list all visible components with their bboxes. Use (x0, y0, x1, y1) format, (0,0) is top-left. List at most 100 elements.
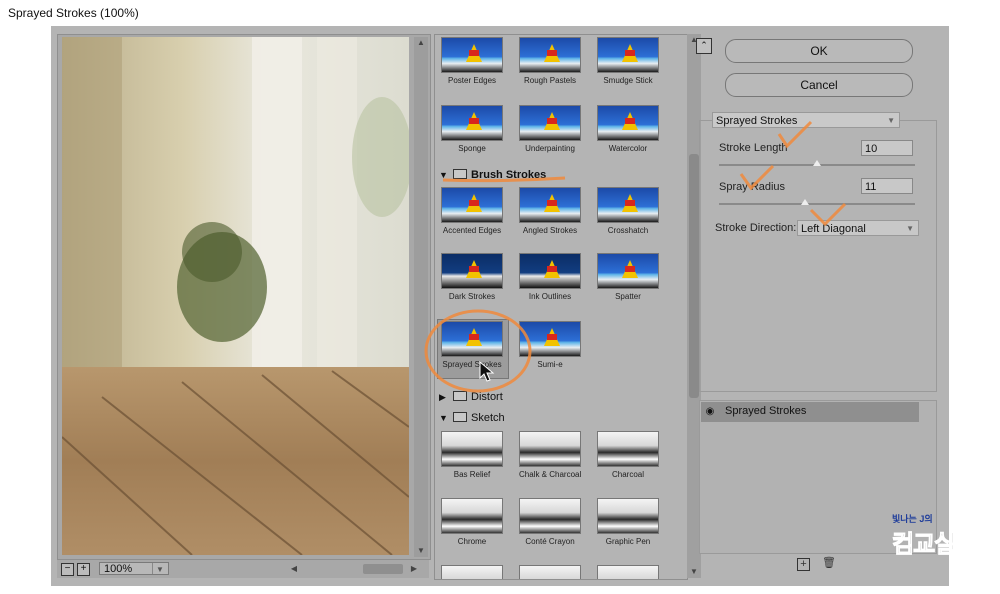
watermark-top-text: 빛나는 J의 (892, 514, 933, 524)
preview-vertical-scrollbar[interactable]: ▲ ▼ (414, 37, 428, 557)
filter-watercolor[interactable]: Watercolor (597, 105, 659, 153)
category-brush-strokes[interactable]: ▼ Brush Strokes (439, 167, 546, 183)
filter-chalk-charcoal[interactable]: Chalk & Charcoal (519, 431, 581, 479)
gallery-scroll-thumb[interactable] (689, 154, 699, 398)
filter-thumbnail (597, 187, 659, 223)
spray-radius-input[interactable]: 11 (861, 178, 913, 194)
filter-label: Smudge Stick (603, 76, 653, 85)
stroke-direction-value: Left Diagonal (801, 223, 866, 235)
category-label: Sketch (471, 412, 505, 424)
preview-horizontal-scroll-thumb[interactable] (363, 564, 403, 574)
stroke-direction-label: Stroke Direction: (715, 222, 797, 234)
filter-sponge[interactable]: Sponge (441, 105, 503, 153)
zoom-level-value: 100% (104, 563, 133, 575)
filter-label: Ink Outlines (528, 292, 572, 301)
zoom-level-select[interactable]: 100% ▼ (99, 562, 169, 575)
filter-underpainting[interactable]: Underpainting (519, 105, 581, 153)
filter-thumbnail (519, 253, 581, 289)
filter-thumbnail (441, 187, 503, 223)
filter-ink-outlines[interactable]: Ink Outlines (519, 253, 581, 301)
filter-thumbnail (519, 565, 581, 579)
zoom-in-button[interactable]: + (77, 563, 90, 576)
category-sketch[interactable]: ▼ Sketch (439, 410, 505, 426)
filter-dark-strokes[interactable]: Dark Strokes (441, 253, 503, 301)
folder-icon (453, 391, 467, 401)
filter-accented-edges[interactable]: Accented Edges (441, 187, 503, 235)
filter-gallery: Poster Edges Rough Pastels Smudge Stick … (434, 34, 688, 580)
filter-gallery-dialog: ▲ ▼ − + 100% ▼ ◀ ▶ Poster Edges Rough Pa… (51, 26, 949, 586)
spray-radius-slider-handle[interactable] (801, 199, 809, 205)
filter-graphic-pen[interactable]: Graphic Pen (597, 498, 659, 546)
scroll-down-icon[interactable]: ▼ (687, 566, 701, 578)
filter-poster-edges[interactable]: Poster Edges (441, 37, 503, 85)
filter-label: Crosshatch (607, 226, 649, 235)
filter-thumbnail (597, 253, 659, 289)
filter-smudge-stick[interactable]: Smudge Stick (597, 37, 659, 85)
zoom-out-button[interactable]: − (61, 563, 74, 576)
effect-layer-row[interactable]: ◉ Sprayed Strokes (701, 402, 919, 422)
filter-bas-relief[interactable]: Bas Relief (441, 431, 503, 479)
filter-chrome[interactable]: Chrome (441, 498, 503, 546)
filter-thumbnail (519, 498, 581, 534)
effect-layer-name: Sprayed Strokes (725, 405, 807, 417)
spray-radius-label: Spray Radius (719, 181, 786, 193)
scroll-up-icon[interactable]: ▲ (414, 37, 428, 49)
zoom-bar: − + 100% ▼ ◀ ▶ (57, 560, 429, 578)
expand-triangle-icon: ▼ (439, 413, 448, 423)
stroke-length-slider-handle[interactable] (813, 160, 821, 166)
filter-charcoal[interactable]: Charcoal (597, 431, 659, 479)
filter-conte-crayon[interactable]: Conté Crayon (519, 498, 581, 546)
filter-label: Chrome (457, 537, 487, 546)
filter-select-value: Sprayed Strokes (716, 115, 798, 127)
cancel-button[interactable]: Cancel (725, 73, 913, 97)
filter-thumbnail (519, 105, 581, 141)
stroke-length-label: Stroke Length (719, 142, 788, 154)
filter-thumbnail (597, 431, 659, 467)
filter-select[interactable]: Sprayed Strokes ▼ (712, 112, 900, 128)
filter-partial-row[interactable] (519, 565, 581, 579)
filter-thumbnail (519, 187, 581, 223)
filter-angled-strokes[interactable]: Angled Strokes (519, 187, 581, 235)
ok-button[interactable]: OK (725, 39, 913, 63)
filter-thumbnail (519, 431, 581, 467)
filter-thumbnail (441, 253, 503, 289)
filter-thumbnail (441, 498, 503, 534)
spray-radius-slider[interactable] (719, 203, 915, 205)
filter-label: Dark Strokes (448, 292, 496, 301)
stroke-length-input[interactable]: 10 (861, 140, 913, 156)
filter-label: Angled Strokes (522, 226, 578, 235)
filter-label: Spatter (615, 292, 641, 301)
stroke-direction-select[interactable]: Left Diagonal ▼ (797, 220, 919, 236)
collapse-gallery-icon[interactable]: ⌃ (696, 38, 712, 54)
category-distort[interactable]: ▶ Distort (439, 389, 503, 405)
trash-icon[interactable]: 🗑 (822, 558, 836, 569)
filter-label: Rough Pastels (523, 76, 577, 85)
preview-image (62, 37, 409, 555)
filter-thumbnail (597, 37, 659, 73)
filter-thumbnail (441, 565, 503, 579)
new-effect-layer-icon[interactable]: + (797, 558, 810, 571)
filter-sprayed-strokes[interactable]: Sprayed Strokes (441, 321, 503, 369)
category-label: Brush Strokes (471, 169, 547, 181)
filter-label: Accented Edges (442, 226, 502, 235)
filter-sumi-e[interactable]: Sumi-e (519, 321, 581, 369)
filter-spatter[interactable]: Spatter (597, 253, 659, 301)
filter-label: Graphic Pen (605, 537, 651, 546)
scroll-down-icon[interactable]: ▼ (414, 545, 428, 557)
folder-icon (453, 412, 467, 422)
filter-label: Chalk & Charcoal (519, 470, 582, 479)
scroll-left-icon[interactable]: ◀ (287, 563, 301, 575)
preview-panel: ▲ ▼ (57, 34, 431, 560)
filter-thumbnail (441, 431, 503, 467)
filter-thumbnail (597, 498, 659, 534)
filter-rough-pastels[interactable]: Rough Pastels (519, 37, 581, 85)
filter-crosshatch[interactable]: Crosshatch (597, 187, 659, 235)
filter-label: Charcoal (611, 470, 644, 479)
filter-thumbnail (441, 105, 503, 141)
eye-icon[interactable]: ◉ (704, 406, 716, 418)
filter-partial-row[interactable] (597, 565, 659, 579)
filter-label: Watercolor (608, 144, 648, 153)
scroll-right-icon[interactable]: ▶ (407, 563, 421, 575)
filter-thumbnail (441, 37, 503, 73)
filter-partial-row[interactable] (441, 565, 503, 579)
